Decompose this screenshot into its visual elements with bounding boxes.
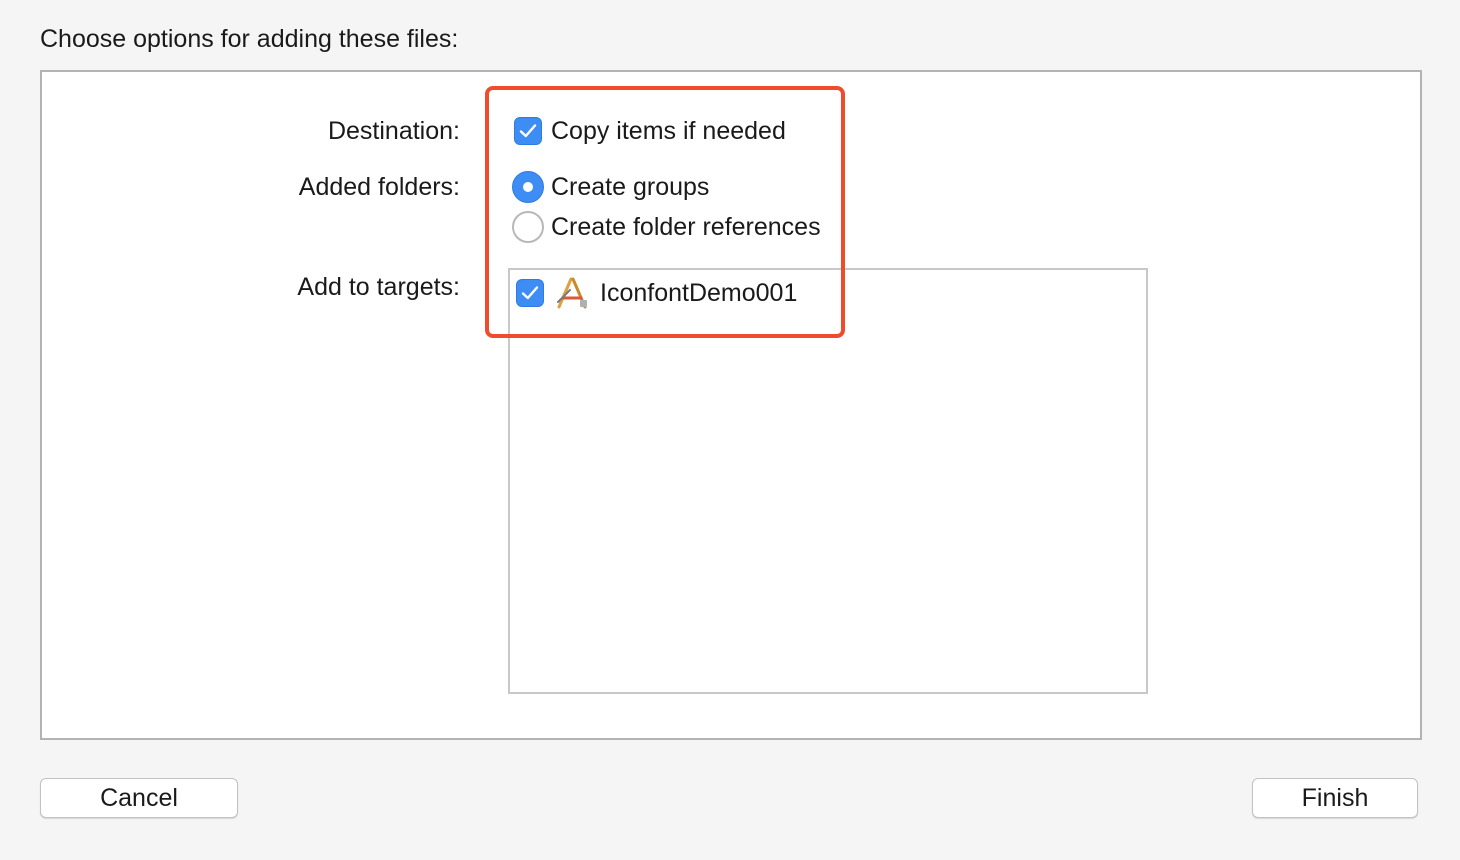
xcode-app-icon — [557, 277, 587, 309]
destination-label: Destination: — [327, 117, 460, 145]
create-groups-label: Create groups — [551, 173, 710, 201]
finish-button[interactable]: Finish — [1252, 778, 1418, 818]
checkmark-icon — [521, 286, 539, 300]
target-name: IconfontDemo001 — [600, 279, 798, 307]
added-folders-label: Added folders: — [298, 173, 460, 201]
targets-list[interactable]: IconfontDemo001 — [508, 268, 1148, 694]
copy-items-label: Copy items if needed — [551, 117, 786, 145]
copy-items-option[interactable]: Copy items if needed — [514, 114, 786, 148]
add-to-targets-label: Add to targets: — [297, 273, 460, 301]
create-folder-references-label: Create folder references — [551, 213, 821, 241]
target-row[interactable]: IconfontDemo001 — [516, 276, 797, 310]
create-groups-radio[interactable] — [512, 171, 544, 203]
create-folder-references-option[interactable]: Create folder references — [512, 210, 821, 244]
create-groups-option[interactable]: Create groups — [512, 170, 709, 204]
radio-dot-icon — [523, 182, 533, 192]
cancel-button[interactable]: Cancel — [40, 778, 238, 818]
dialog-title: Choose options for adding these files: — [40, 25, 459, 53]
target-checkbox[interactable] — [516, 279, 544, 307]
create-folder-references-radio[interactable] — [512, 211, 544, 243]
options-panel: Destination: Added folders: Add to targe… — [40, 70, 1422, 740]
copy-items-checkbox[interactable] — [514, 117, 542, 145]
checkmark-icon — [519, 124, 537, 138]
